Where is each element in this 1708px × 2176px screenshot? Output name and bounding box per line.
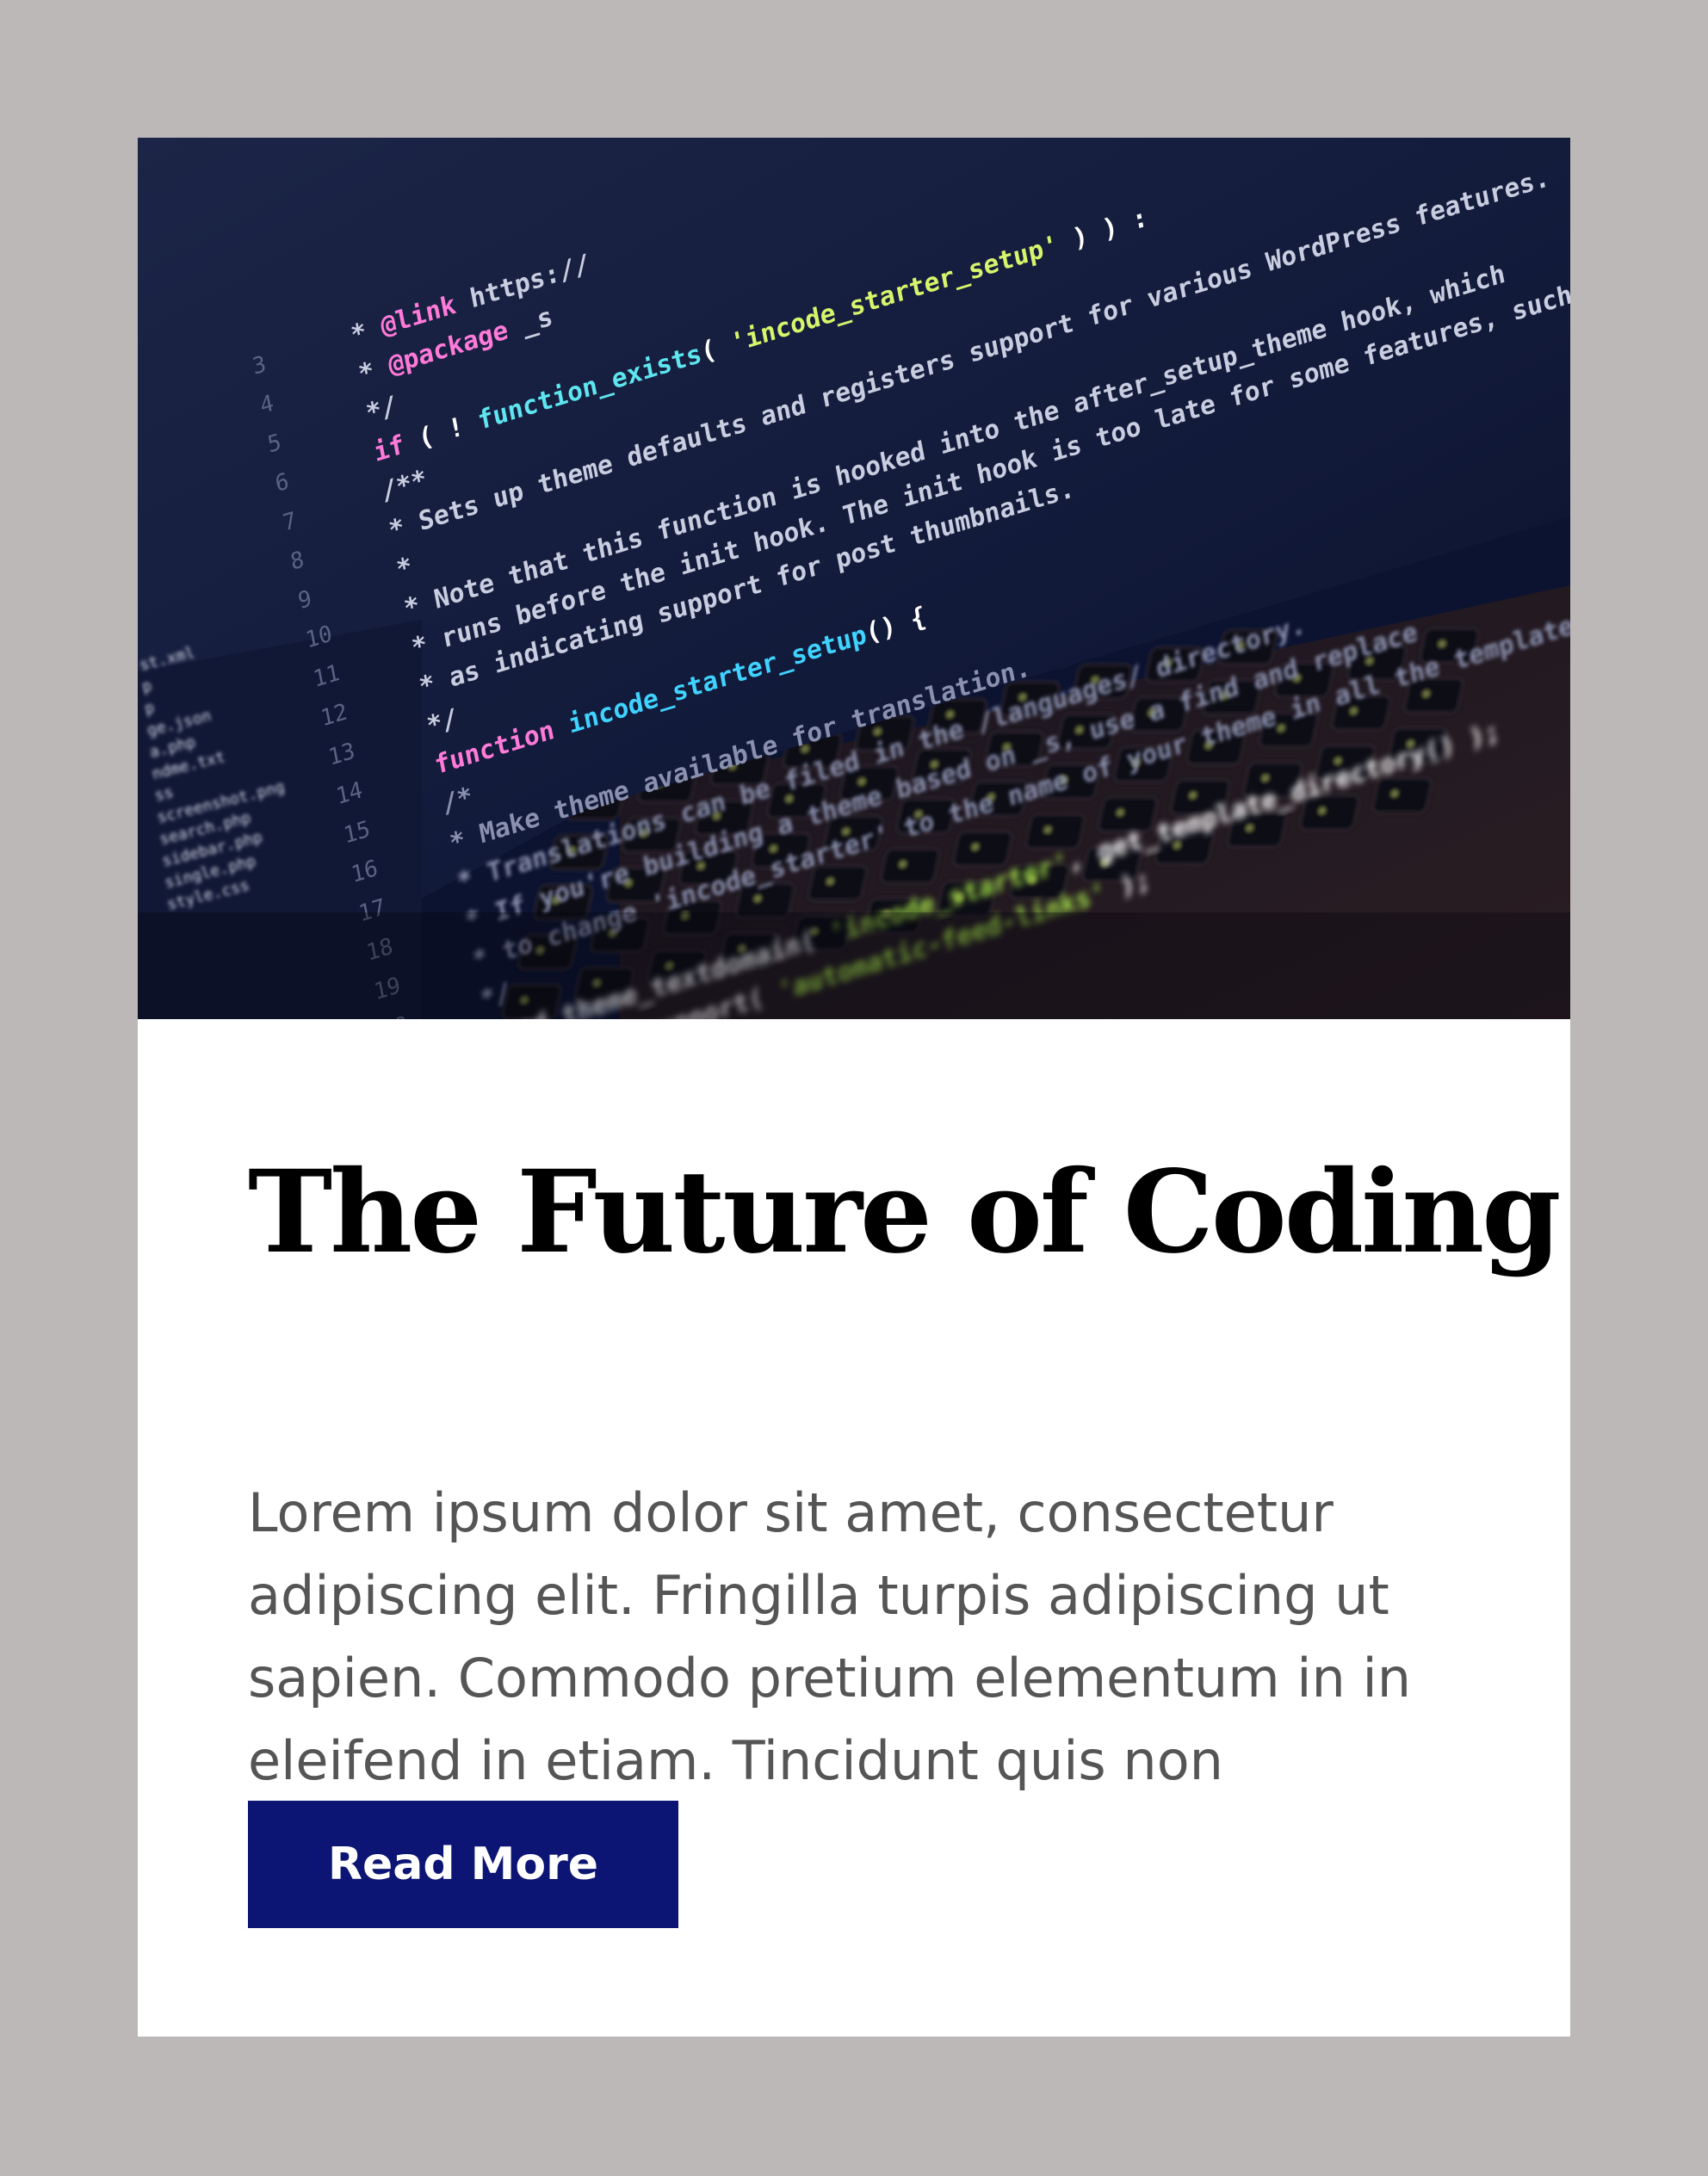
keyboard-key xyxy=(952,831,1013,867)
keyboard-key xyxy=(880,848,940,884)
read-more-button[interactable]: Read More xyxy=(248,1801,678,1928)
keyboard-key xyxy=(1371,777,1433,813)
hero-image: st.xml p p ge.json a.php ndme.txt ss screenshot… xyxy=(138,138,1570,1019)
vignette xyxy=(138,912,1570,1019)
code-photo: st.xmlppge.jsona.phpndme.txtssscreenshot… xyxy=(138,138,1570,1019)
article-title: The Future of Coding xyxy=(248,1146,1562,1279)
article-card: st.xml p p ge.json a.php ndme.txt ss screenshot… xyxy=(138,138,1570,2037)
